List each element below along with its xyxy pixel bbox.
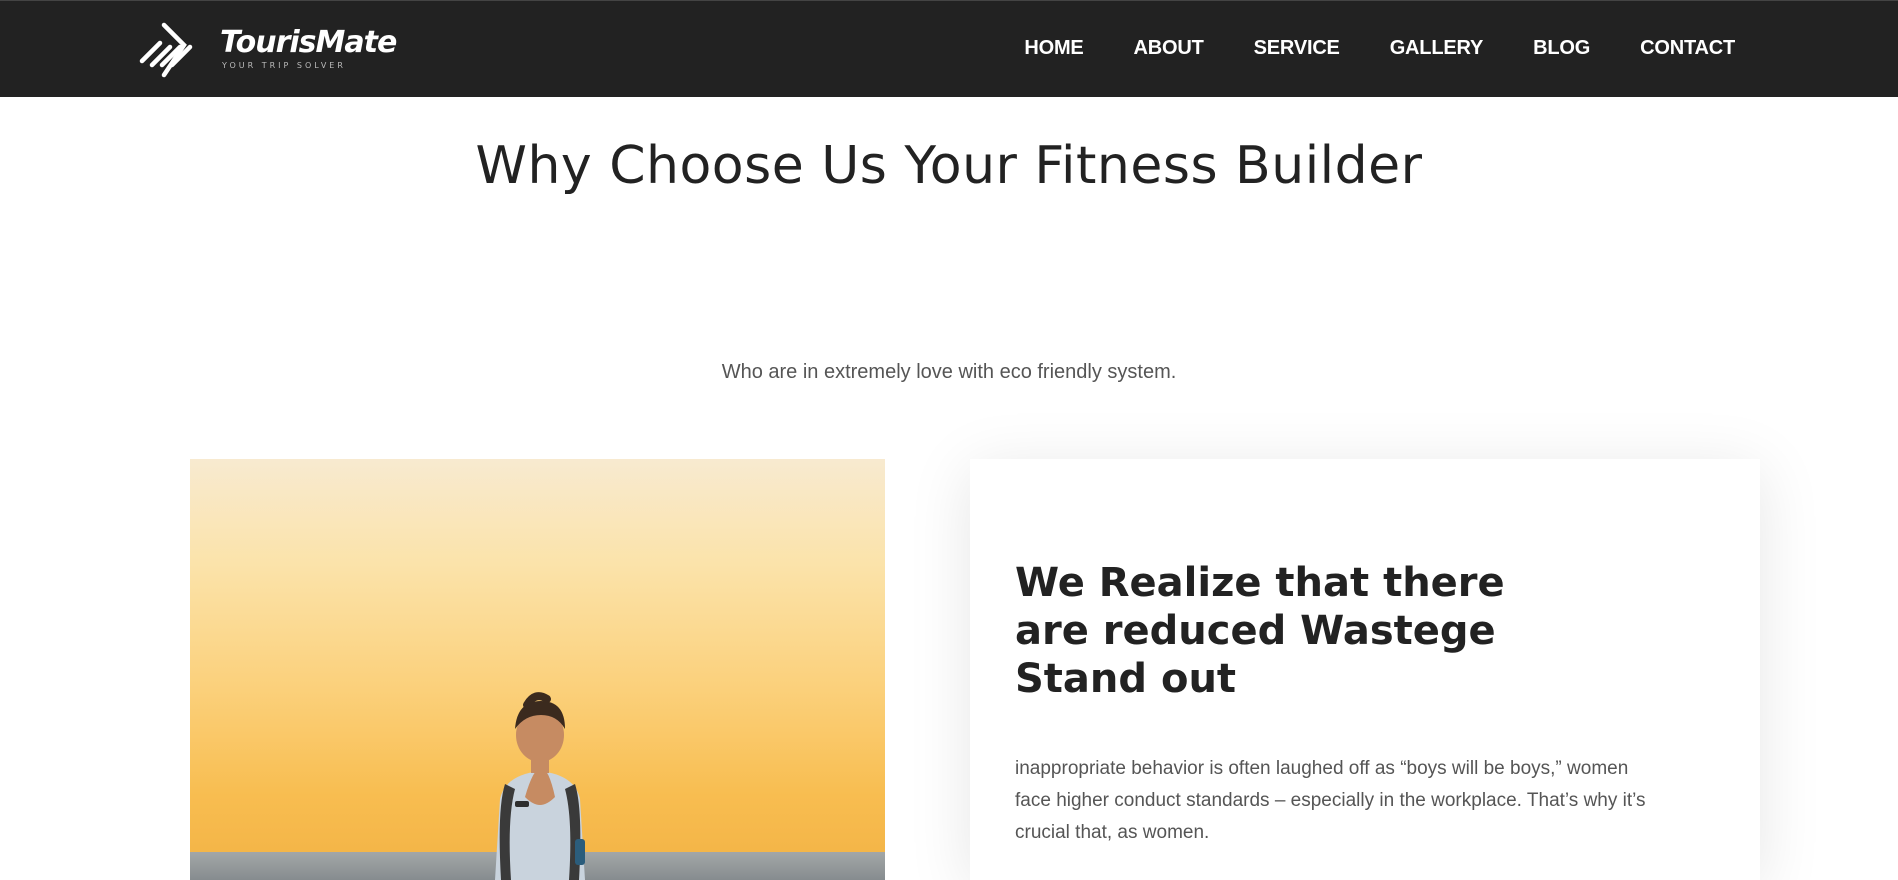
logo-mark-icon bbox=[139, 22, 193, 78]
brand-name: TourisMate bbox=[220, 25, 397, 60]
section-subtitle: Who are in extremely love with eco frien… bbox=[721, 361, 1177, 383]
feature-card: We Realize that there are reduced Wasteg… bbox=[970, 459, 1760, 880]
nav-gallery[interactable]: GALLERY bbox=[1390, 37, 1484, 60]
section-heading: Why Choose Us Your Fitness Builder bbox=[475, 136, 1423, 196]
feature-text: inappropriate behavior is often laughed … bbox=[1015, 758, 1646, 843]
person-figure bbox=[495, 692, 585, 880]
feature-title: We Realize that there are reduced Wasteg… bbox=[1015, 560, 1505, 702]
brand-tagline: YOUR TRIP SOLVER bbox=[222, 61, 346, 70]
nav-contact[interactable]: CONTACT bbox=[1640, 37, 1735, 60]
main-nav: HOME ABOUT SERVICE GALLERY BLOG CONTACT bbox=[974, 37, 1735, 60]
nav-home[interactable]: HOME bbox=[1024, 37, 1083, 60]
site-logo[interactable]: TourisMate YOUR TRIP SOLVER bbox=[138, 19, 397, 81]
site-header: TourisMate YOUR TRIP SOLVER HOME ABOUT S… bbox=[0, 0, 1898, 97]
feature-image bbox=[190, 459, 885, 880]
nav-about[interactable]: ABOUT bbox=[1134, 37, 1204, 60]
nav-service[interactable]: SERVICE bbox=[1254, 37, 1340, 60]
nav-blog[interactable]: BLOG bbox=[1533, 37, 1590, 60]
